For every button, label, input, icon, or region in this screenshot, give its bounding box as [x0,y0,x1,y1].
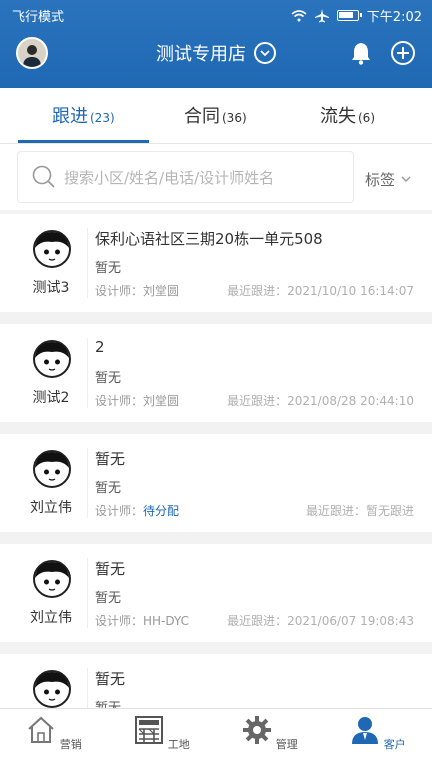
customer-card[interactable]: 暂无 暂无 [0,654,432,708]
bell-icon[interactable] [350,41,372,65]
customer-card[interactable]: 测试2 2 暂无 设计师：刘堂圆 最近跟进：2021/08/28 20:44:1… [0,324,432,422]
designer-name: 刘堂圆 [143,284,180,298]
gear-icon [243,716,272,744]
customer-address: 保利心语社区三期20栋一单元508 [95,230,323,248]
nav-management[interactable]: 管理 [240,715,300,752]
divider [87,448,88,518]
bottom-navigation: 营销 工地 管理 客户 [0,708,432,768]
designer-name: 刘堂圆 [143,394,180,408]
divider [87,228,88,298]
search-icon [32,165,55,188]
last-follow-up: 最近跟进：2021/08/28 20:44:10 [227,394,414,408]
nav-construction-site[interactable]: 工地 [132,715,192,752]
customer-remark: 暂无 [95,371,122,386]
nav-customers[interactable]: 客户 [348,715,408,752]
battery-icon [336,10,362,21]
customer-remark: 暂无 [95,591,122,606]
customer-remark: 暂无 [95,261,122,276]
house-icon [28,716,54,743]
construction-icon [135,716,164,744]
tab-lost[interactable]: 流失 (6) [320,102,375,128]
customer-address: 暂无 [95,450,126,468]
airplane-mode-label: 飞行模式 [12,10,65,25]
search-area: 搜索小区/姓名/电话/设计师姓名 标签 [0,144,432,210]
designer-info: 设计师：待分配 [95,504,180,518]
divider [87,558,88,628]
status-bar: 飞行模式 下午2:02 [0,0,432,30]
customer-remark: 暂无 [95,481,122,496]
nav-label: 管理 [275,738,298,751]
designer-name: HH-DYC [143,614,190,628]
add-icon[interactable] [391,41,415,65]
face-avatar-icon [33,230,71,268]
wifi-icon [291,9,307,21]
customer-remark: 暂无 [95,697,121,708]
customer-address: 暂无 [95,670,126,688]
divider [87,668,88,708]
nav-label: 客户 [383,738,406,751]
clock: 下午2:02 [366,10,422,25]
face-avatar-icon [33,450,71,488]
designer-info: 设计师：HH-DYC [95,614,190,628]
customer-card[interactable]: 测试3 保利心语社区三期20栋一单元508 暂无 设计师：刘堂圆 最近跟进：20… [0,214,432,312]
customer-card[interactable]: 刘立伟 暂无 暂无 设计师：HH-DYC 最近跟进：2021/06/07 19:… [0,544,432,642]
airplane-icon [314,8,329,22]
customer-list: 测试3 保利心语社区三期20栋一单元508 暂无 设计师：刘堂圆 最近跟进：20… [0,214,432,708]
tab-contract[interactable]: 合同 (36) [184,102,247,128]
designer-name: 待分配 [143,504,180,518]
search-placeholder: 搜索小区/姓名/电话/设计师姓名 [64,168,275,187]
nav-marketing[interactable]: 营销 [24,715,84,752]
tag-filter-label: 标签 [365,171,396,189]
face-avatar-icon [33,670,71,708]
store-name: 测试专用店 [156,44,246,65]
tag-filter-button[interactable]: 标签 [365,169,411,190]
designer-info: 设计师：刘堂圆 [95,284,180,298]
designer-info: 设计师：刘堂圆 [95,394,180,408]
last-follow-up: 最近跟进：2021/10/10 16:14:07 [227,284,414,298]
app-header: 飞行模式 下午2:02 测试专用店 [0,0,432,88]
customer-tabs: 跟进 (23) 合同 (36) 流失 (6) [0,88,432,144]
last-follow-up: 最近跟进：2021/06/07 19:08:43 [227,614,414,628]
status-icons: 下午2:02 [291,6,422,25]
customer-card[interactable]: 刘立伟 暂无 暂无 设计师：待分配 最近跟进：暂无跟进 [0,434,432,532]
active-tab-indicator [18,140,149,143]
customer-address: 暂无 [95,560,126,578]
last-follow-up: 最近跟进：暂无跟进 [305,504,414,518]
tab-follow-up[interactable]: 跟进 (23) [52,102,115,128]
chevron-down-icon [254,42,276,64]
nav-label: 营销 [59,738,82,751]
chevron-down-icon [401,176,411,182]
face-avatar-icon [33,560,71,598]
person-icon [352,717,379,744]
divider [87,338,88,408]
customer-address: 2 [95,338,105,356]
nav-label: 工地 [167,738,190,751]
face-avatar-icon [33,340,71,378]
search-input[interactable]: 搜索小区/姓名/电话/设计师姓名 [18,152,353,202]
